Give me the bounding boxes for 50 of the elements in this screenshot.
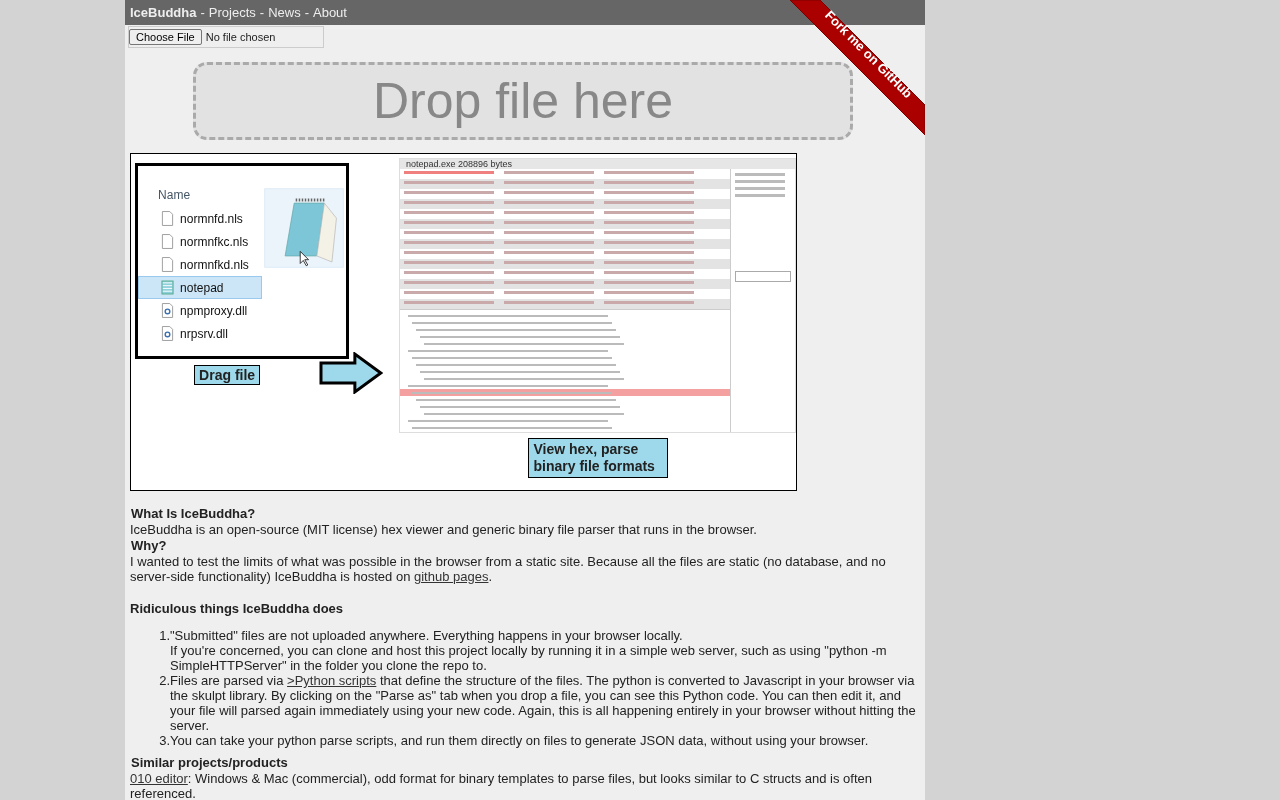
nav-link[interactable]: About xyxy=(313,5,347,20)
hex-caption: View hex, parse binary file formats xyxy=(527,438,668,478)
gear-file-icon xyxy=(161,326,175,341)
file-name: normnfkd.nls xyxy=(180,257,249,272)
section-heading: What Is IceBuddha? xyxy=(131,505,257,522)
file-input[interactable]: Choose File No file chosen xyxy=(128,26,324,48)
section-heading: Similar projects/products xyxy=(131,754,289,771)
list-number: 2. xyxy=(158,673,170,690)
drop-label: Drop file here xyxy=(372,72,674,130)
column-header: Name xyxy=(158,188,192,202)
offset-field xyxy=(735,271,791,282)
file-name: normnfd.nls xyxy=(180,211,243,226)
section-heading: Ridiculous things IceBuddha does xyxy=(130,601,345,616)
nav-separator: - xyxy=(200,5,205,20)
file-status: No file chosen xyxy=(205,31,276,43)
nav-link[interactable]: News xyxy=(268,5,301,20)
paragraph: IceBuddha is an open-source (MIT license) hex viewer and generic binary file parser that runs in the browser. xyxy=(130,522,758,537)
list-number: 3. xyxy=(158,733,170,748)
document-icon xyxy=(161,234,175,249)
paragraph: 010 editor: Windows & Mac (commercial), odd format for binary templates to parse files, but looks similar to C structs and is often referenced. xyxy=(130,771,874,800)
list-number: 1. xyxy=(158,628,170,645)
file-name: npmproxy.dll xyxy=(180,303,248,318)
file-name: normnfkc.nls xyxy=(180,234,249,249)
text-link[interactable]: >Python scripts xyxy=(287,673,377,688)
file-name: notepad xyxy=(180,280,224,295)
list-item: You can take your python parse scripts, and run them directly on files to generate JSON data, without using your browser. xyxy=(170,733,869,748)
gear-file-icon xyxy=(161,303,175,318)
document-icon xyxy=(161,211,175,226)
hex-title: notepad.exe 208896 bytes xyxy=(400,159,795,169)
file-name: nrpsrv.dll xyxy=(180,326,228,341)
drag-caption: Drag file xyxy=(194,365,261,385)
brand-link[interactable]: IceBuddha xyxy=(130,5,197,20)
list-item: Files are parsed via >Python scripts that define the structure of the files. The python is converted to Javascript in your browser via the skulpt library. By clicking on the "Parse as" tab when you drop a file, you can see this Python code. You can then edit it, and your file will parsed again immediately using your new code. Again, this is all happening entirely in your browser without hitting the server. xyxy=(170,673,917,733)
file-row[interactable]: npmproxy.dll xyxy=(138,299,263,322)
text-link[interactable]: 010 editor xyxy=(130,771,188,786)
file-row[interactable]: normnfkc.nls xyxy=(138,230,263,253)
nav-link[interactable]: Projects xyxy=(208,5,256,20)
document-icon xyxy=(161,257,175,272)
nav-separator: - xyxy=(259,5,265,20)
notepad-icon xyxy=(161,280,175,295)
file-row[interactable]: normnfd.nls xyxy=(138,207,263,230)
paragraph: I wanted to test the limits of what was possible in the browser from a static site. Because all the files are static (no database, and no server-side functionality) IceBuddha is hosted on github pages. xyxy=(130,554,887,584)
right-arrow-icon xyxy=(319,352,383,394)
choose-file-button[interactable]: Choose File xyxy=(129,29,202,45)
file-row[interactable]: nrpsrv.dll xyxy=(138,322,263,345)
nav-separator: - xyxy=(304,5,309,20)
section-heading: Why? xyxy=(131,537,168,554)
file-row[interactable]: normnfkd.nls xyxy=(138,253,263,276)
list-item: "Submitted" files are not uploaded anywhere. Everything happens in your browser locally. If you're concerned, you can clone and host this project locally by running it in a simple web server, such as using "python -m SimpleHTTPServer" in the folder you clone the repo to. xyxy=(170,628,888,673)
file-row[interactable]: notepad xyxy=(138,276,263,299)
